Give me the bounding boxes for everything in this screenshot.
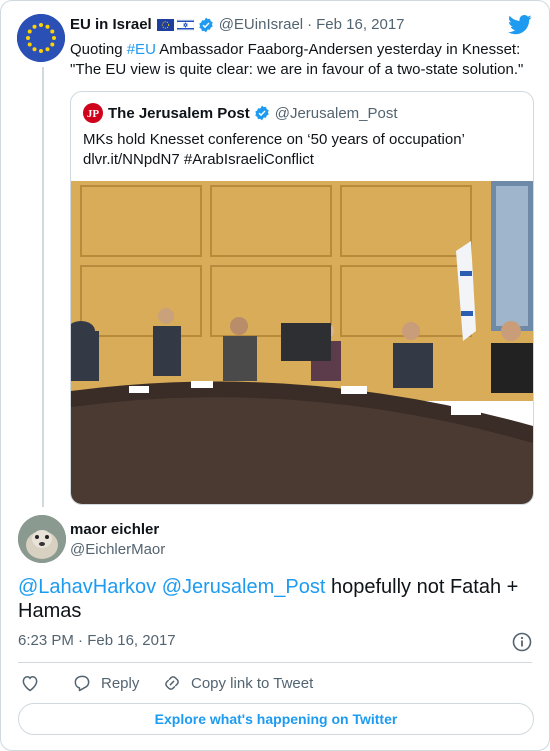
hashtag-link[interactable]: #EU [127,41,156,58]
quoted-tweet-text: Quoting #EU Ambassador Faaborg-Andersen … [70,40,540,80]
author-name[interactable]: EU in Israel [70,16,152,33]
eu-avatar[interactable] [17,14,65,62]
mention-link[interactable]: @LahavHarkov [18,576,156,598]
author-handle[interactable]: @EUinIsrael [219,16,303,33]
mention-link[interactable]: @Jerusalem_Post [162,576,326,598]
dot-separator: · [78,632,84,649]
embedded-author-name[interactable]: The Jerusalem Post [108,105,250,122]
divider [18,662,532,663]
embedded-author-handle[interactable]: @Jerusalem_Post [275,105,398,122]
reply-author-block: maor eichler @EichlerMaor [70,520,165,560]
reply-text-line1: hopefully not Fatah + [325,576,519,598]
verified-badge-icon [199,17,213,32]
thread-line [42,67,44,507]
embedded-header: JP The Jerusalem Post @Jerusalem_Post [83,103,398,123]
knesset-photo[interactable] [71,181,533,504]
embedded-text-line1: MKs hold Knesset conference on ‘50 years… [83,131,465,148]
quoted-tweet-header: EU in Israel @EUinIsrael · Feb 16, 2017 [70,16,405,33]
embedded-tweet-card[interactable]: JP The Jerusalem Post @Jerusalem_Post MK… [70,91,534,505]
flags [156,18,194,31]
embedded-link[interactable]: dlvr.it/NNpdN7 [83,151,180,168]
text-line2: "The EU view is quite clear: we are in f… [70,61,524,78]
dot-separator: · [307,16,313,33]
text-prefix: Quoting [70,41,127,58]
dog-avatar-icon [18,515,66,563]
copy-link-button[interactable]: Copy link to Tweet [162,673,313,693]
tweet-card: EU in Israel @EUinIsrael · Feb 16, 2017 … [0,0,550,751]
eu-stars-icon [17,14,65,62]
verified-badge-icon [255,105,269,121]
eu-flag-icon [156,18,174,31]
reply-time: 6:23 PM [18,632,74,649]
reply-label: Reply [101,674,140,692]
reply-tweet-text: @LahavHarkov @Jerusalem_Post hopefully n… [18,575,538,623]
copy-link-label: Copy link to Tweet [191,674,314,692]
reply-text-line2: Hamas [18,600,82,622]
reply-timestamp[interactable]: 6:23 PM · Feb 16, 2017 [18,632,176,649]
jpost-logo-icon: JP [83,103,103,123]
tweet-date[interactable]: Feb 16, 2017 [316,16,404,33]
reply-author-avatar[interactable] [18,515,66,563]
reply-button[interactable]: Reply [72,673,139,693]
reply-author-handle[interactable]: @EichlerMaor [70,540,165,560]
israel-flag-icon [176,18,194,31]
reply-author-name[interactable]: maor eichler [70,520,165,540]
reply-icon [74,675,90,692]
twitter-bird-icon[interactable] [508,15,532,35]
info-icon[interactable] [512,632,532,652]
text-line1: Ambassador Faaborg-Andersen yesterday in… [155,41,521,58]
embedded-hashtag[interactable]: #ArabIsraeliConflict [184,151,314,168]
link-icon [165,676,179,690]
explore-button[interactable]: Explore what's happening on Twitter [18,703,534,735]
reply-date: Feb 16, 2017 [87,632,176,649]
embedded-text: MKs hold Knesset conference on ‘50 years… [83,130,465,170]
svg-text:JP: JP [87,108,100,120]
like-button[interactable] [20,673,40,693]
heart-icon [22,675,38,692]
